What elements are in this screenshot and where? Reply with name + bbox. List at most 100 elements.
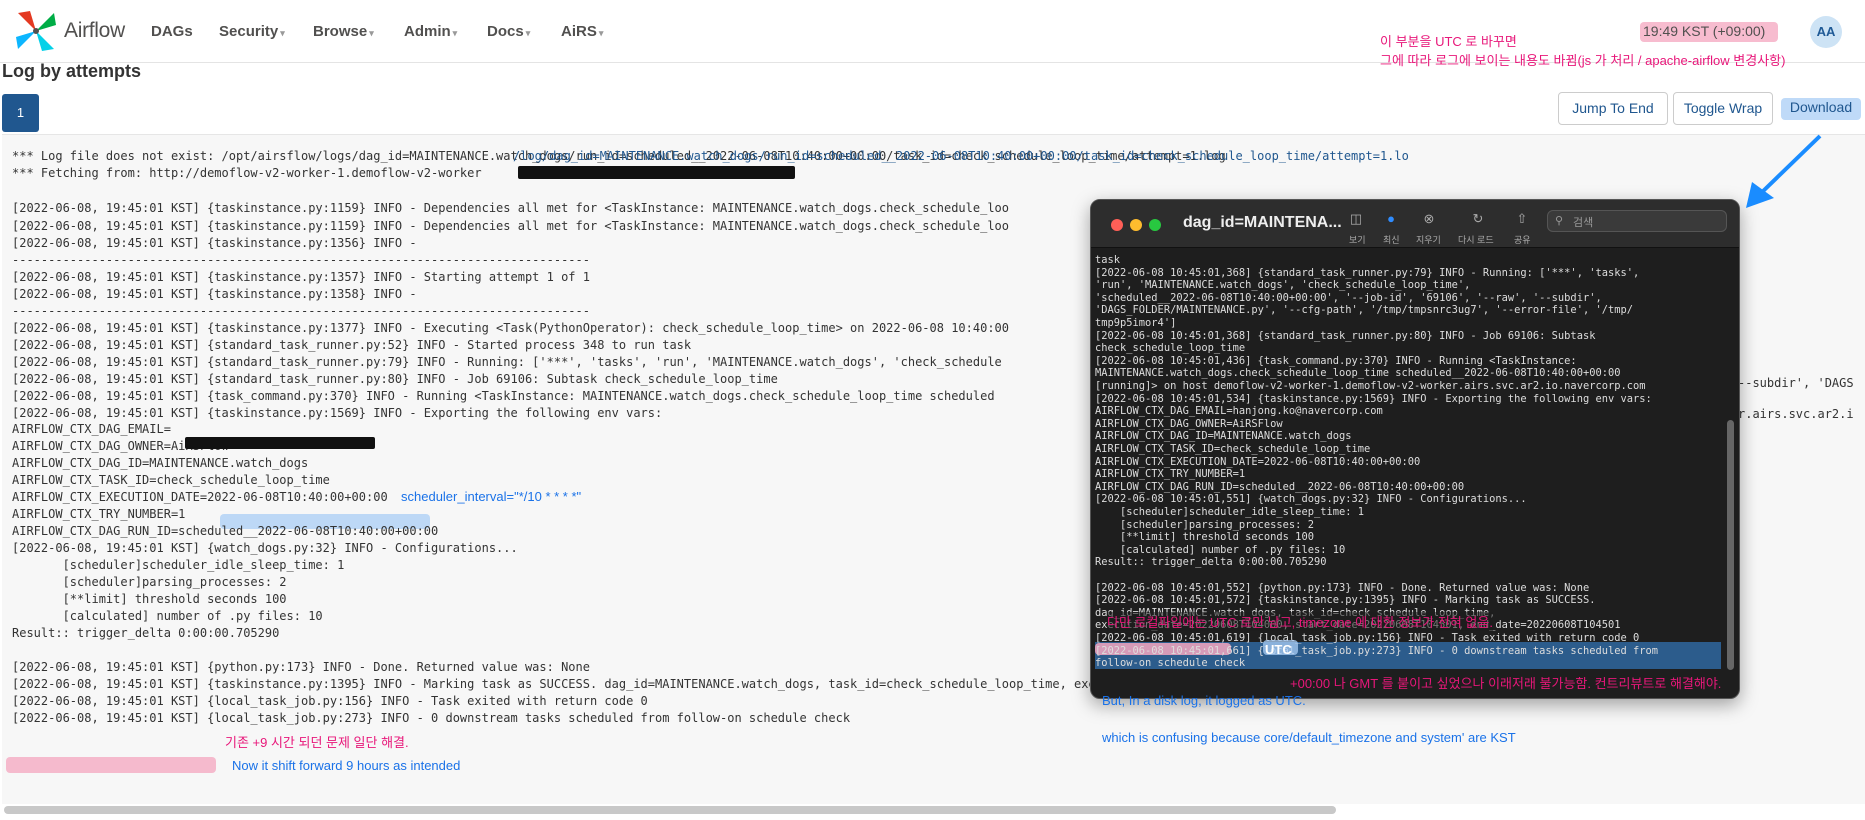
log-line: Result:: trigger_delta 0:00:00.705290: [12, 626, 280, 640]
timezone-clock[interactable]: 19:49 KST (+09:00): [1643, 23, 1765, 39]
brand-name: Airflow: [64, 19, 125, 42]
annotation-gmt-impossible: +00:00 나 GMT 를 붙이고 싶었으나 이래저래 불가능함. 컨트리뷰트…: [1290, 676, 1722, 691]
log-line: AIRFLOW_CTX_DAG_ID=MAINTENANCE.watch_dog…: [12, 456, 309, 470]
log-line: [2022-06-08, 19:45:01 KST] {taskinstance…: [12, 321, 1009, 335]
zoom-icon[interactable]: [1149, 219, 1161, 231]
nav-security[interactable]: Security ▾: [219, 23, 285, 40]
chevron-down-icon: ▾: [280, 28, 285, 38]
sidebar-icon[interactable]: ◫: [1346, 211, 1366, 231]
console-log-line: AIRFLOW_CTX_DAG_EMAIL=hanjong.ko@naverco…: [1095, 405, 1383, 418]
console-log-line: [2022-06-08 10:45:01,436] {task_command.…: [1095, 354, 1577, 367]
log-line: [2022-06-08, 19:45:01 KST] {local_task_j…: [12, 711, 851, 725]
latest-icon[interactable]: ●: [1381, 211, 1401, 231]
chevron-down-icon: ▾: [598, 28, 604, 38]
log-line: [scheduler]scheduler_idle_sleep_time: 1: [12, 558, 345, 572]
nav-dags[interactable]: DAGs: [151, 23, 193, 40]
console-log-line: [2022-06-08 10:45:01,368] {standard_task…: [1095, 266, 1640, 279]
annotation-utc-switch: 이 부분을 UTC 로 바꾸면: [1380, 34, 1517, 49]
console-log-line: [2022-06-08 10:45:01,552] {python.py:173…: [1095, 581, 1590, 594]
search-icon: ⚲: [1555, 215, 1564, 227]
log-line: [2022-06-08, 19:45:01 KST] {taskinstance…: [12, 287, 417, 301]
log-line: [2022-06-08, 19:45:01 KST] {taskinstance…: [12, 270, 590, 284]
annotation-disk-log-utc: But, In a disk log, it logged as UTC.: [1102, 693, 1306, 708]
chevron-down-icon: ▾: [525, 28, 531, 38]
download-button[interactable]: Download: [1781, 92, 1861, 125]
close-icon[interactable]: [1111, 219, 1123, 231]
console-log-line: [2022-06-08 10:45:01,619] {local_task_jo…: [1095, 632, 1640, 644]
log-line: [2022-06-08, 19:45:01 KST] {taskinstance…: [12, 201, 1009, 215]
console-log-line: AIRFLOW_CTX_TRY_NUMBER=1: [1095, 468, 1246, 481]
toolbar-label-reload: 다시 로드: [1458, 235, 1494, 245]
nav-admin[interactable]: Admin ▾: [404, 23, 457, 40]
annotation-utc-only: 다만 로컬파일에는 UTC 로만 남고, timezone 에 대한 정보가 전…: [1107, 612, 1493, 631]
console-log-line: AIRFLOW_CTX_EXECUTION_DATE=2022-06-08T10…: [1095, 455, 1421, 468]
pinwheel-icon: [16, 11, 56, 51]
log-fetch-url-tail[interactable]: /log/dag_id=MAINTENANCE.watch_dogs/run_i…: [513, 149, 1409, 163]
clear-icon[interactable]: ⊗: [1419, 211, 1439, 231]
log-line: [2022-06-08, 19:45:01 KST] {standard_tas…: [12, 355, 1002, 369]
log-line: [2022-06-08, 19:45:01 KST] {watch_dogs.p…: [12, 541, 518, 555]
annotation-confusing-kst: which is confusing because core/default_…: [1102, 730, 1516, 745]
console-search-input[interactable]: ⚲ 검색: [1547, 210, 1727, 232]
console-log-line: [2022-06-08 10:45:01,572] {taskinstance.…: [1095, 594, 1596, 607]
nav-admin-label: Admin: [404, 23, 451, 40]
console-log-line: [2022-06-08 10:45:01,368] {standard_task…: [1095, 329, 1596, 342]
console-log-line: MAINTENANCE.watch_dogs.check_schedule_lo…: [1095, 367, 1621, 380]
page-title: Log by attempts: [2, 61, 142, 81]
toolbar-label-clear: 지우기: [1416, 235, 1441, 245]
console-log-line: Result:: trigger_delta 0:00:00.705290: [1095, 556, 1327, 569]
nav-dags-label: DAGs: [151, 23, 193, 40]
console-log-line: follow-on schedule check: [1095, 657, 1246, 670]
horizontal-scrollbar[interactable]: [4, 806, 1336, 814]
console-log-line: tmp9p5imor4']: [1095, 317, 1177, 329]
console-titlebar: dag_id=MAINTENA... ◫ 보기 ● 최신 ⊗ 지우기 ↻ 다시 …: [1091, 200, 1739, 248]
log-right-fragment: r.airs.svc.ar2.i: [1738, 407, 1854, 421]
console-log-line: 'DAGS_FOLDER/MAINTENANCE.py', '--cfg-pat…: [1095, 304, 1633, 317]
console-log-line: [calculated] number of .py files: 10: [1095, 543, 1346, 556]
log-line: [**limit] threshold seconds 100: [12, 592, 287, 606]
log-line: [2022-06-08, 19:45:01 KST] {taskinstance…: [12, 406, 663, 420]
console-log-line: check_schedule_loop_time: [1095, 342, 1246, 355]
timestamp-highlight: [6, 757, 216, 773]
log-right-fragment: --subdir', 'DAGS: [1738, 376, 1854, 390]
minimize-icon[interactable]: [1130, 219, 1142, 231]
annotation-shift-fixed-en: Now it shift forward 9 hours as intended: [232, 758, 461, 773]
console-log-line: [running]> on host demoflow-v2-worker-1.…: [1095, 380, 1646, 392]
user-avatar[interactable]: AA: [1810, 16, 1842, 48]
redaction-bar: [185, 437, 375, 449]
annotation-js-handled: 그에 따라 로그에 보이는 내용도 바뀜(js 가 처리 / apache-ai…: [1380, 53, 1786, 68]
annotation-scheduler-interval: scheduler_interval="*/10 * * * *": [401, 489, 582, 504]
log-line: [2022-06-08, 19:45:01 KST] {taskinstance…: [12, 236, 417, 250]
console-log-line: [**limit] threshold seconds 100: [1095, 531, 1314, 544]
log-line: [2022-06-08, 19:45:01 KST] {taskinstance…: [12, 219, 1009, 233]
log-line: [2022-06-08, 19:45:01 KST] {standard_tas…: [12, 338, 692, 352]
share-icon[interactable]: ⇧: [1512, 211, 1532, 231]
nav-airs-label: AiRS: [561, 23, 597, 40]
nav-security-label: Security: [219, 23, 279, 40]
console-log-line: 'run', 'MAINTENANCE.watch_dogs', 'check_…: [1095, 279, 1471, 292]
console-log-line: [2022-06-08 10:45:01,661] {local_task_jo…: [1095, 644, 1659, 657]
airflow-logo[interactable]: Airflow: [14, 9, 125, 53]
toggle-wrap-button[interactable]: Toggle Wrap: [1673, 92, 1773, 125]
chevron-down-icon: ▾: [452, 28, 458, 38]
console-log-line: task: [1095, 254, 1121, 266]
attempt-tab-1[interactable]: 1: [2, 94, 39, 132]
log-line: AIRFLOW_CTX_DAG_RUN_ID=scheduled__2022-0…: [12, 524, 439, 538]
redaction-bar: [518, 166, 795, 179]
nav-docs[interactable]: Docs ▾: [487, 23, 530, 40]
log-line: ----------------------------------------…: [12, 304, 590, 318]
console-log-line: [2022-06-08 10:45:01,551] {watch_dogs.py…: [1095, 493, 1527, 506]
log-line: ----------------------------------------…: [12, 253, 590, 267]
nav-docs-label: Docs: [487, 23, 524, 40]
console-log-line: 'scheduled__2022-06-08T10:40:00+00:00', …: [1095, 291, 1602, 304]
log-line: AIRFLOW_CTX_DAG_EMAIL=: [12, 422, 171, 436]
nav-airs[interactable]: AiRS ▾: [561, 23, 603, 40]
toolbar-label-latest: 최신: [1383, 235, 1400, 245]
log-line: [scheduler]parsing_processes: 2: [12, 575, 287, 589]
reload-icon[interactable]: ↻: [1468, 211, 1488, 231]
jump-to-end-button[interactable]: Jump To End: [1558, 92, 1668, 125]
console-scrollbar[interactable]: [1727, 420, 1734, 670]
annotation-shift-fixed-ko: 기존 +9 시간 되던 문제 일단 해결.: [225, 735, 409, 750]
nav-browse[interactable]: Browse ▾: [313, 23, 374, 40]
console-log-line: AIRFLOW_CTX_DAG_ID=MAINTENANCE.watch_dog…: [1095, 430, 1352, 443]
